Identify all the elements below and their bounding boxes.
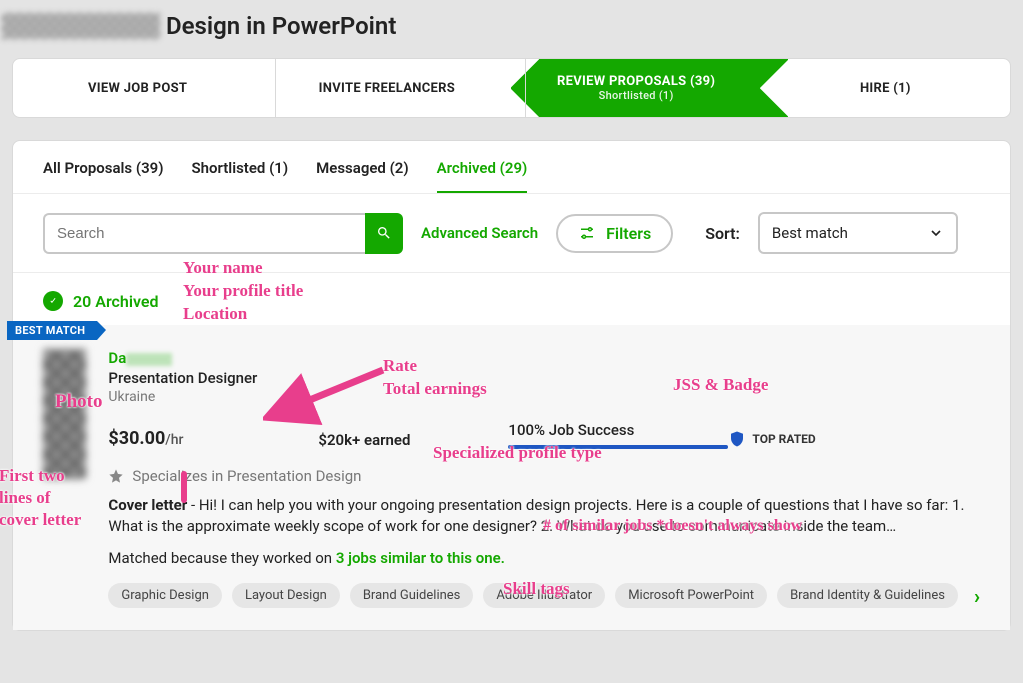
- specialization: Specializes in Presentation Design: [108, 467, 980, 485]
- step-hire[interactable]: HIRE (1): [761, 59, 1010, 117]
- skill-tags: Graphic Design Layout Design Brand Guide…: [108, 583, 980, 608]
- sort-select[interactable]: Best match: [758, 212, 958, 254]
- step-review[interactable]: REVIEW PROPOSALS (39) Shortlisted (1): [512, 59, 761, 117]
- avatar[interactable]: [43, 349, 86, 479]
- step-view-job[interactable]: VIEW JOB POST: [13, 59, 262, 117]
- profile-title: Presentation Designer: [108, 369, 980, 387]
- archived-count: 20 Archived: [73, 292, 159, 311]
- anno-bracket: [181, 471, 187, 503]
- step-invite[interactable]: INVITE FREELANCERS: [262, 59, 511, 117]
- controls-bar: Advanced Search Filters Sort: Best match: [13, 194, 1010, 273]
- sort-label: Sort:: [705, 224, 740, 243]
- skill-tag[interactable]: Microsoft PowerPoint: [615, 583, 767, 608]
- best-match-ribbon: BEST MATCH: [7, 321, 97, 340]
- skill-tag[interactable]: Layout Design: [232, 583, 340, 608]
- search-input[interactable]: [43, 213, 365, 254]
- proposal-tabs: All Proposals (39) Shortlisted (1) Messa…: [13, 141, 1010, 194]
- chevron-down-icon: [928, 225, 944, 241]
- proposals-panel: All Proposals (39) Shortlisted (1) Messa…: [12, 140, 1011, 631]
- total-earned: $20k+ earned: [318, 431, 508, 449]
- filters-button[interactable]: Filters: [556, 214, 673, 253]
- shield-icon: [728, 429, 746, 449]
- hourly-rate: $30.00/hr: [108, 428, 318, 449]
- search-button[interactable]: [365, 213, 403, 254]
- job-success: 100% Job Success: [508, 421, 728, 449]
- title-blur: [2, 13, 160, 39]
- page-title: Design in PowerPoint: [166, 12, 396, 40]
- sliders-icon: [578, 224, 596, 242]
- skills-next-icon[interactable]: ›: [974, 584, 980, 608]
- tab-archived[interactable]: Archived (29): [437, 159, 528, 193]
- tab-messaged[interactable]: Messaged (2): [316, 159, 409, 193]
- wizard-steps: VIEW JOB POST INVITE FREELANCERS REVIEW …: [12, 58, 1011, 118]
- skill-tag[interactable]: Brand Identity & Guidelines: [777, 583, 958, 608]
- top-rated-badge: TOP RATED: [728, 429, 815, 449]
- skill-tag[interactable]: Adobe Illustrator: [483, 583, 605, 608]
- status-row: 20 Archived: [13, 273, 1010, 317]
- matched-reason: Matched because they worked on 3 jobs si…: [108, 549, 980, 567]
- search-icon: [376, 225, 392, 241]
- search-wrap: [43, 213, 403, 254]
- freelancer-name[interactable]: Da: [108, 349, 980, 367]
- advanced-search-link[interactable]: Advanced Search: [421, 224, 538, 242]
- proposal-card[interactable]: BEST MATCH Da Presentation Designer Ukra…: [13, 325, 1010, 630]
- skill-tag[interactable]: Graphic Design: [108, 583, 222, 608]
- check-circle-icon: [43, 291, 63, 311]
- similar-jobs-link[interactable]: 3 jobs similar to this one.: [336, 549, 505, 567]
- cover-letter: Cover letter - Hi! I can help you with y…: [108, 495, 980, 537]
- tab-all[interactable]: All Proposals (39): [43, 159, 163, 193]
- star-icon: [108, 468, 124, 484]
- skill-tag[interactable]: Brand Guidelines: [350, 583, 474, 608]
- location: Ukraine: [108, 389, 980, 405]
- tab-shortlisted[interactable]: Shortlisted (1): [191, 159, 288, 193]
- page-header: Design in PowerPoint: [0, 0, 1023, 58]
